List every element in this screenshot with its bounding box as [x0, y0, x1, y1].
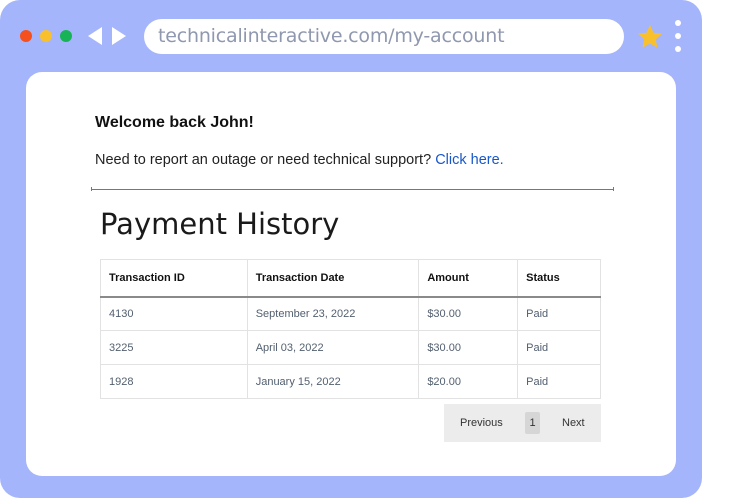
transaction-id-cell: 4130 — [100, 296, 248, 331]
back-arrow-icon[interactable] — [88, 27, 102, 45]
transaction-date-cell: January 15, 2022 — [246, 364, 420, 399]
page-content: Welcome back John! Need to report an out… — [26, 72, 676, 476]
previous-page-button[interactable]: Previous — [460, 404, 503, 442]
transaction-date-cell: September 23, 2022 — [246, 296, 420, 331]
page-1-button[interactable]: 1 — [525, 412, 540, 434]
pagination: Previous 1 Next — [444, 404, 601, 442]
transaction-id-cell: 1928 — [100, 364, 248, 399]
status-cell: Paid — [517, 364, 601, 399]
status-cell: Paid — [517, 296, 601, 331]
next-page-button[interactable]: Next — [562, 404, 585, 442]
table-header-row: Transaction ID Transaction Date Amount S… — [100, 259, 601, 298]
divider — [91, 187, 614, 191]
amount-cell: $30.00 — [418, 296, 519, 331]
star-icon[interactable] — [636, 23, 664, 51]
amount-cell: $30.00 — [418, 330, 519, 365]
table-row: 3225 April 03, 2022 $30.00 Paid — [100, 330, 601, 365]
column-header-transaction-id[interactable]: Transaction ID — [100, 259, 248, 298]
minimize-window-dot[interactable] — [40, 30, 52, 42]
column-header-amount[interactable]: Amount — [418, 259, 519, 298]
support-text: Need to report an outage or need technic… — [95, 152, 436, 168]
support-link[interactable]: Click here. — [435, 152, 504, 168]
table-row: 1928 January 15, 2022 $20.00 Paid — [100, 364, 601, 399]
maximize-window-dot[interactable] — [60, 30, 72, 42]
close-window-dot[interactable] — [20, 30, 32, 42]
welcome-message: Welcome back John! — [95, 114, 254, 131]
forward-arrow-icon[interactable] — [112, 27, 126, 45]
kebab-menu-icon[interactable] — [673, 20, 683, 56]
transaction-date-cell: April 03, 2022 — [246, 330, 420, 365]
browser-window: technicalinteractive.com/my-account Welc… — [0, 0, 702, 498]
support-prompt: Need to report an outage or need technic… — [95, 152, 504, 168]
page-title: Payment History — [100, 207, 340, 241]
table-row: 4130 September 23, 2022 $30.00 Paid — [100, 296, 601, 331]
column-header-status[interactable]: Status — [517, 259, 601, 298]
status-cell: Paid — [517, 330, 601, 365]
column-header-transaction-date[interactable]: Transaction Date — [246, 259, 420, 298]
transaction-id-cell: 3225 — [100, 330, 248, 365]
address-bar[interactable]: technicalinteractive.com/my-account — [144, 19, 624, 54]
amount-cell: $20.00 — [418, 364, 519, 399]
browser-toolbar: technicalinteractive.com/my-account — [0, 0, 702, 72]
payment-history-table: Transaction ID Transaction Date Amount S… — [100, 259, 601, 399]
